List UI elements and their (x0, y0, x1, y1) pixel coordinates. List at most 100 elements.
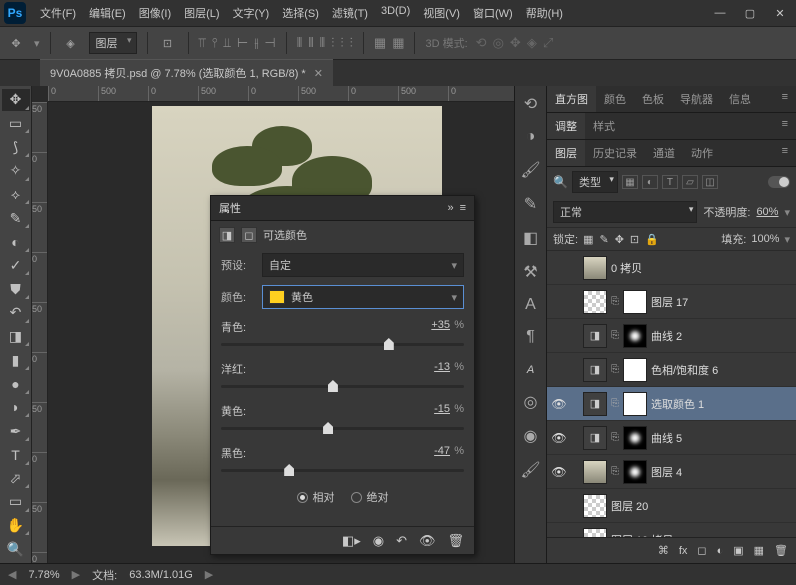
eraser-tool[interactable]: ◨ (2, 326, 30, 348)
history-brush-tool[interactable]: ↶ (2, 302, 30, 324)
align-right-icon[interactable]: ⊣ (264, 35, 275, 51)
panel-menu-icon[interactable]: ≡ (460, 202, 466, 214)
menu-item[interactable]: 图层(L) (178, 1, 225, 25)
menu-item[interactable]: 滤镜(T) (326, 1, 374, 25)
dist-icon[interactable]: ⫴ (320, 35, 325, 51)
menu-item[interactable]: 3D(D) (375, 1, 416, 25)
lock-all-icon[interactable]: 🔒 (645, 233, 659, 246)
marquee-tool[interactable]: ▭ (2, 113, 30, 135)
layer-name[interactable]: 0 拷贝 (611, 260, 792, 276)
panel-tab[interactable]: 导航器 (672, 86, 721, 112)
panel-menu-icon[interactable]: ≡ (774, 140, 796, 166)
menu-item[interactable]: 帮助(H) (520, 1, 569, 25)
visibility-toggle[interactable]: 👁 (551, 431, 567, 445)
layer-thumbnail[interactable]: ◨ (583, 324, 607, 348)
delete-icon[interactable]: 🗑 (774, 544, 788, 557)
strip-icon[interactable]: ⚒ (523, 262, 537, 282)
type-tool[interactable]: T (2, 444, 30, 466)
brush-tool[interactable]: ✓ (2, 255, 30, 277)
layers-list[interactable]: 0 拷贝⎘图层 17◨⎘曲线 2◨⎘色相/饱和度 6👁◨⎘选取颜色 1👁◨⎘曲线… (547, 251, 796, 537)
group-icon[interactable]: ▣ (733, 544, 743, 557)
strip-icon[interactable]: ◉ (524, 426, 538, 446)
panel-tab[interactable]: 色板 (634, 86, 672, 112)
menu-item[interactable]: 图像(I) (133, 1, 177, 25)
strip-icon[interactable]: ◑ (526, 128, 536, 146)
slider-value[interactable]: -47 (412, 445, 450, 461)
panel-tab[interactable]: 调整 (547, 113, 585, 139)
crop-tool[interactable]: ⟡ (2, 184, 30, 206)
layer-row[interactable]: 👁⎘图层 4 (547, 455, 796, 489)
hand-tool[interactable]: ✋ (2, 515, 30, 537)
filter-smart-icon[interactable]: ◫ (702, 175, 718, 189)
panel-menu-icon[interactable]: ≡ (774, 86, 796, 112)
trash-icon[interactable]: 🗑 (447, 533, 464, 549)
link-layers-icon[interactable]: ⌘ (658, 544, 669, 557)
lock-paint-icon[interactable]: ✎ (599, 233, 608, 246)
fx-icon[interactable]: fx (679, 545, 688, 557)
mask-icon[interactable]: ◻ (697, 544, 706, 557)
layer-row[interactable]: 0 拷贝 (547, 251, 796, 285)
layer-name[interactable]: 选取颜色 1 (651, 396, 792, 412)
strip-icon[interactable]: A (525, 296, 536, 314)
path-tool[interactable]: ⬀ (2, 468, 30, 490)
lock-art-icon[interactable]: ⊡ (630, 233, 639, 246)
mask-type-icon[interactable]: ◻ (241, 227, 257, 243)
layer-thumbnail[interactable] (583, 256, 607, 280)
menu-item[interactable]: 编辑(E) (83, 1, 132, 25)
transform-controls-icon[interactable]: ⊡ (158, 33, 178, 53)
strip-icon[interactable]: ⟲ (524, 94, 537, 114)
relative-radio[interactable]: 相对 (297, 489, 335, 505)
layer-row[interactable]: ◨⎘曲线 2 (547, 319, 796, 353)
menu-item[interactable]: 视图(V) (417, 1, 466, 25)
layer-row[interactable]: ⎘图层 17 (547, 285, 796, 319)
zoom-tool[interactable]: 🔍 (2, 538, 30, 560)
layer-row[interactable]: ◨⎘色相/饱和度 6 (547, 353, 796, 387)
color-dropdown[interactable]: 黄色 (262, 285, 464, 309)
pen-tool[interactable]: ✒ (2, 420, 30, 442)
slider[interactable] (221, 463, 464, 479)
layer-name[interactable]: 图层 4 (651, 464, 792, 480)
gradient-tool[interactable]: ▮ (2, 349, 30, 371)
move-tool-icon[interactable]: ✥ (6, 33, 26, 53)
layer-mask-thumbnail[interactable] (623, 426, 647, 450)
align-left-icon[interactable]: ⊢ (237, 35, 248, 51)
shape-tool[interactable]: ▭ (2, 491, 30, 513)
opacity-value[interactable]: 60% (756, 206, 778, 218)
arrange-icon[interactable]: ▦ (392, 35, 404, 51)
document-tab[interactable]: 9V0A0885 拷贝.psd @ 7.78% (选取颜色 1, RGB/8) … (40, 59, 333, 86)
clip-icon[interactable]: ◧▸ (342, 533, 361, 549)
slider-handle[interactable] (328, 380, 338, 392)
heal-tool[interactable]: ◐ (2, 231, 30, 253)
dist-icon[interactable]: ⫶ (340, 35, 343, 51)
panel-tab[interactable]: 图层 (547, 140, 585, 166)
panel-tab[interactable]: 动作 (683, 140, 721, 166)
layer-name[interactable]: 图层 17 (651, 294, 792, 310)
maximize-button[interactable]: ▢ (738, 4, 762, 22)
close-button[interactable]: ✕ (768, 4, 792, 22)
wand-tool[interactable]: ✧ (2, 160, 30, 182)
dist-icon[interactable]: ⫴ (297, 35, 302, 51)
move-tool[interactable]: ✥ (2, 89, 30, 111)
layer-thumbnail[interactable]: ◨ (583, 358, 607, 382)
slider[interactable] (221, 421, 464, 437)
filter-type-dropdown[interactable]: 类型 (572, 171, 618, 193)
reset-icon[interactable]: ↶ (396, 533, 407, 549)
eyedropper-tool[interactable]: ✎ (2, 207, 30, 229)
panel-tab[interactable]: 样式 (585, 113, 623, 139)
layer-name[interactable]: 色相/饱和度 6 (651, 362, 792, 378)
zoom-level[interactable]: 7.78% (28, 569, 59, 581)
blur-tool[interactable]: ● (2, 373, 30, 395)
visibility-toggle[interactable]: 👁 (551, 465, 567, 479)
strip-icon[interactable]: ◎ (524, 392, 538, 412)
align-vmid-icon[interactable]: ⫯ (212, 35, 218, 51)
slider-value[interactable]: -13 (412, 361, 450, 377)
layer-row[interactable]: 图层 19 拷贝 (547, 523, 796, 537)
filter-shape-icon[interactable]: ▱ (682, 175, 698, 189)
layer-thumbnail[interactable]: ◨ (583, 426, 607, 450)
dist-icon[interactable]: ⫴ (308, 35, 313, 51)
strip-icon[interactable]: ◧ (523, 228, 538, 248)
slider-handle[interactable] (323, 422, 333, 434)
layer-thumbnail[interactable] (583, 528, 607, 538)
dodge-tool[interactable]: ◗ (2, 397, 30, 419)
slider-value[interactable]: +35 (412, 319, 450, 335)
